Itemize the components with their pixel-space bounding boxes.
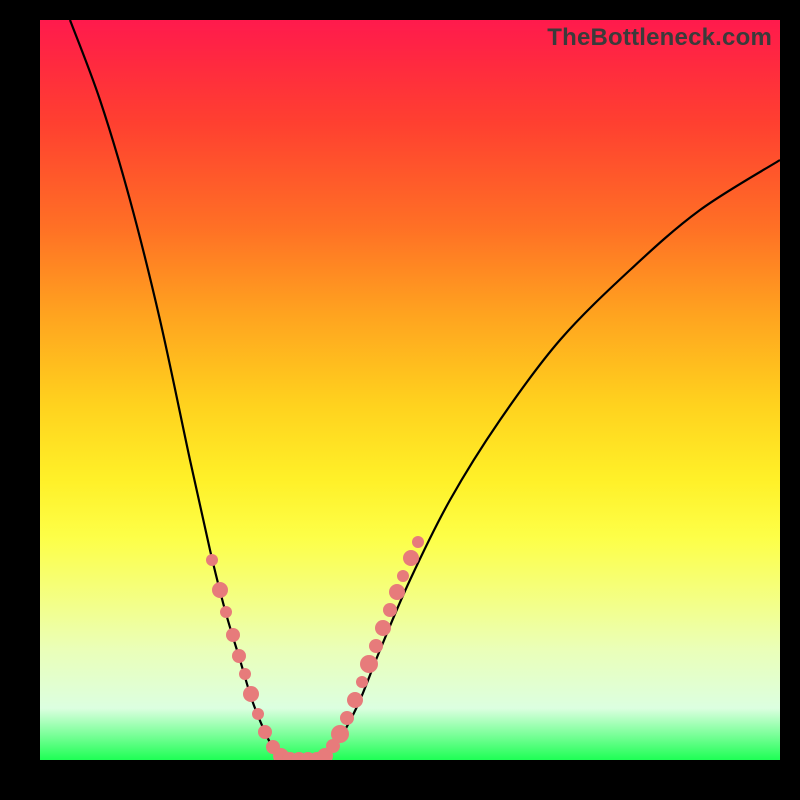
data-marker [412, 536, 424, 548]
data-marker [340, 711, 354, 725]
data-marker [397, 570, 409, 582]
curve-right [320, 160, 780, 760]
chart-frame: TheBottleneck.com [0, 0, 800, 800]
data-marker [239, 668, 251, 680]
markers-left [206, 554, 289, 760]
data-marker [206, 554, 218, 566]
chart-svg [40, 20, 780, 760]
data-marker [220, 606, 232, 618]
data-marker [356, 676, 368, 688]
data-marker [375, 620, 391, 636]
data-marker [331, 725, 349, 743]
data-marker [389, 584, 405, 600]
data-marker [212, 582, 228, 598]
data-marker [360, 655, 378, 673]
curve-left [70, 20, 288, 760]
data-marker [252, 708, 264, 720]
data-marker [232, 649, 246, 663]
data-marker [403, 550, 419, 566]
data-marker [243, 686, 259, 702]
data-marker [258, 725, 272, 739]
data-marker [369, 639, 383, 653]
data-marker [347, 692, 363, 708]
data-marker [226, 628, 240, 642]
markers-right [317, 536, 424, 760]
data-marker [383, 603, 397, 617]
plot-area: TheBottleneck.com [40, 20, 780, 760]
